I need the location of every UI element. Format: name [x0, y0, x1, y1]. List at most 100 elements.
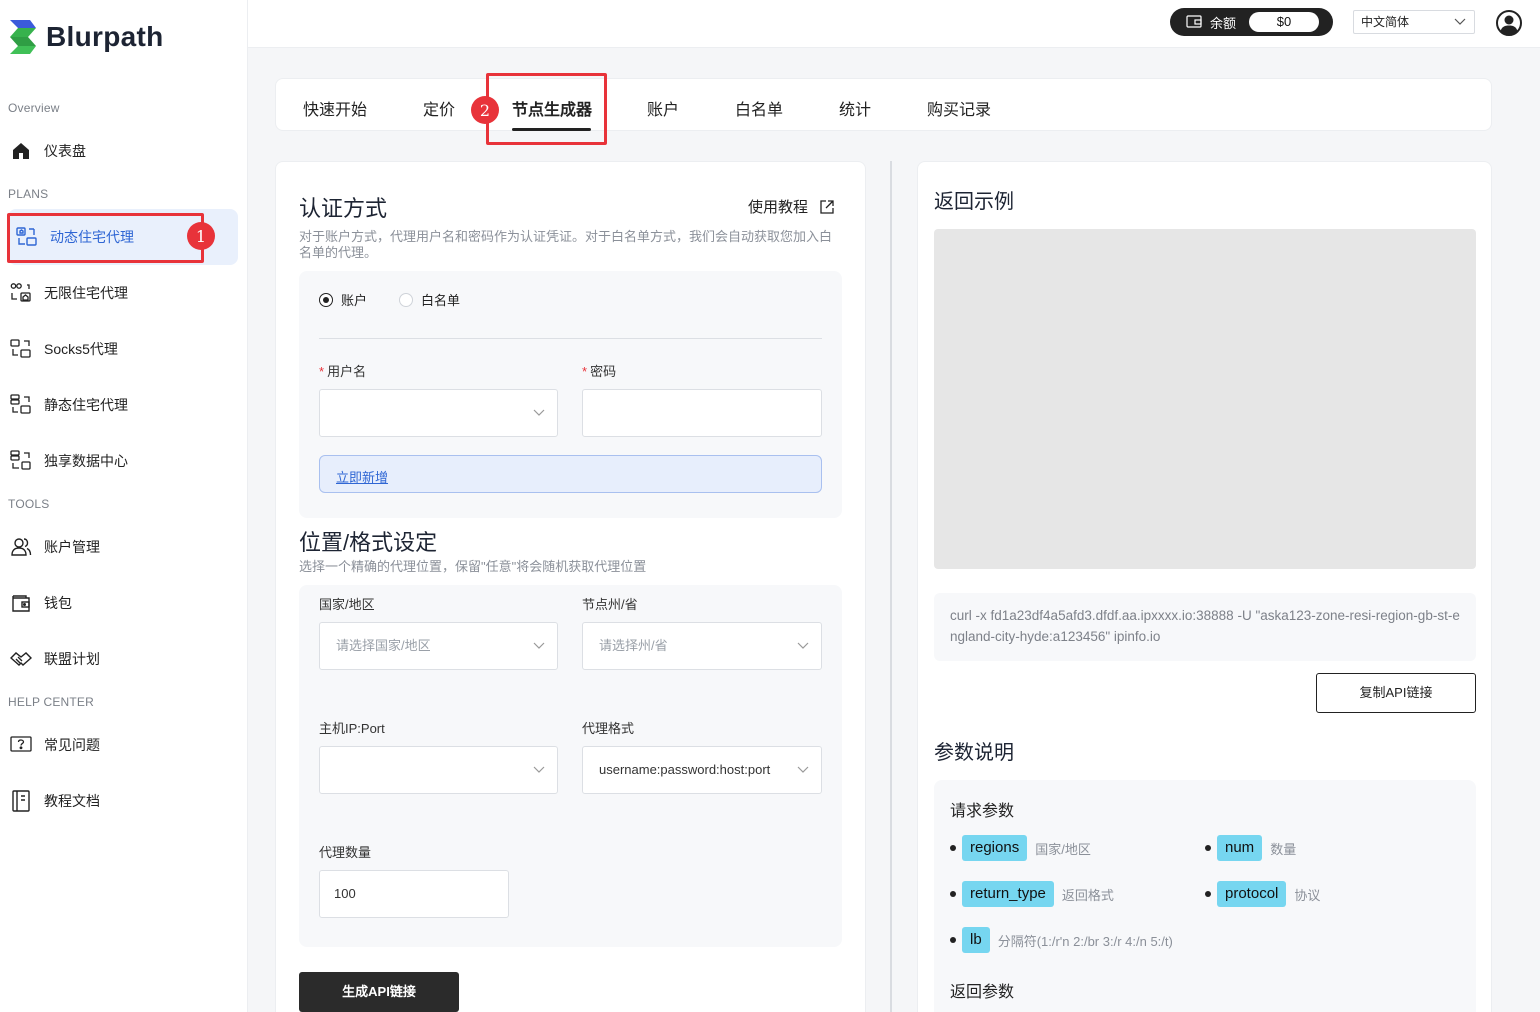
wallet-icon [10, 592, 32, 614]
top-bar: 余额 $0 中文简体 [248, 0, 1540, 48]
affiliate-icon [10, 648, 32, 670]
sidebar-item-static-proxy[interactable]: 静态住宅代理 [8, 383, 238, 427]
section-help-center: HELP CENTER [8, 695, 95, 709]
sidebar-item-docs[interactable]: 教程文档 [8, 779, 238, 823]
sidebar-item-label: 教程文档 [44, 793, 100, 809]
users-icon [10, 536, 32, 558]
chevron-down-icon [533, 766, 545, 773]
sidebar: Blurpath Overview 仪表盘 PLANS 动态住宅代理 1 无限住… [0, 0, 248, 1012]
state-placeholder: 请选择州/省 [599, 638, 668, 653]
state-label: 节点州/省 [582, 597, 638, 612]
sidebar-item-affiliate[interactable]: 联盟计划 [8, 637, 238, 681]
sidebar-item-dashboard[interactable]: 仪表盘 [8, 129, 238, 173]
sidebar-item-label: 联盟计划 [44, 651, 100, 667]
example-preview [934, 229, 1476, 569]
column-divider [890, 161, 892, 1012]
country-placeholder: 请选择国家/地区 [336, 638, 431, 653]
balance-value: $0 [1249, 12, 1319, 32]
chevron-down-icon [1454, 18, 1466, 25]
residential-proxy-icon [16, 226, 38, 248]
add-now-link[interactable]: 立即新增 [336, 467, 388, 486]
language-select[interactable]: 中文简体 [1353, 10, 1475, 34]
tab-statistics[interactable]: 统计 [839, 96, 871, 120]
sidebar-item-account-management[interactable]: 账户管理 [8, 525, 238, 569]
sidebar-item-label: 钱包 [44, 595, 72, 611]
password-input[interactable] [582, 389, 822, 437]
param-regions: regions 国家/地区 [950, 835, 1091, 861]
balance-pill[interactable]: 余额 $0 [1170, 8, 1333, 36]
radio-unchecked-icon [399, 292, 413, 307]
brand-name: Blurpath [46, 21, 164, 52]
datacenter-icon [10, 450, 32, 472]
auth-description: 对于账户方式，代理用户名和密码作为认证凭证。对于白名单方式，我们会自动获取您加入… [299, 229, 833, 260]
tab-node-generator[interactable]: 节点生成器 [512, 96, 592, 120]
location-description: 选择一个精确的代理位置，保留"任意"将会随机获取代理位置 [299, 559, 647, 574]
country-select[interactable]: 请选择国家/地区 [319, 622, 558, 670]
sidebar-item-label: 常见问题 [44, 737, 100, 753]
state-select[interactable]: 请选择州/省 [582, 622, 822, 670]
section-tools: TOOLS [8, 497, 50, 511]
radio-checked-icon [319, 292, 333, 307]
param-name: num [1217, 835, 1263, 861]
host-select[interactable] [319, 746, 558, 794]
tutorial-link[interactable]: 使用教程 [748, 196, 834, 217]
docs-icon [10, 790, 32, 812]
sidebar-item-wallet[interactable]: 钱包 [8, 581, 238, 625]
location-title: 位置/格式设定 [299, 530, 438, 555]
home-icon [10, 140, 32, 162]
section-overview: Overview [8, 101, 60, 115]
param-protocol: protocol 协议 [1205, 881, 1320, 907]
param-desc: 国家/地区 [1035, 841, 1091, 857]
param-desc: 分隔符(1:/r'n 2:/br 3:/r 4:/n 5:/t) [997, 933, 1173, 949]
format-value: username:password:host:port [599, 762, 771, 777]
example-title: 返回示例 [934, 191, 1014, 213]
faq-icon [10, 734, 32, 756]
sidebar-item-unlimited-proxy[interactable]: 无限住宅代理 [8, 271, 238, 315]
chevron-down-icon [533, 642, 545, 649]
radio-account-label: 账户 [341, 293, 368, 308]
main-tabs [275, 78, 1492, 131]
brand-logo[interactable]: Blurpath [8, 18, 164, 56]
chevron-down-icon [533, 409, 545, 416]
sidebar-item-label: 无限住宅代理 [44, 285, 128, 301]
radio-whitelist[interactable]: 白名单 [399, 290, 460, 309]
static-proxy-icon [10, 394, 32, 416]
param-return-type: return_type 返回格式 [950, 881, 1114, 907]
quantity-label: 代理数量 [319, 845, 372, 860]
param-desc: 返回格式 [1061, 887, 1114, 903]
divider [319, 338, 822, 339]
tab-pricing[interactable]: 定价 [423, 96, 455, 120]
format-select[interactable]: username:password:host:port [582, 746, 822, 794]
tutorial-link-label: 使用教程 [748, 199, 809, 216]
copy-api-button[interactable]: 复制API链接 [1316, 673, 1476, 713]
user-avatar-icon[interactable] [1496, 10, 1522, 36]
quantity-value: 100 [334, 886, 356, 901]
language-value: 中文简体 [1361, 15, 1410, 29]
sidebar-item-label: 静态住宅代理 [44, 397, 128, 413]
param-name: regions [962, 835, 1028, 861]
tab-whitelist[interactable]: 白名单 [735, 96, 783, 120]
tab-purchase-history[interactable]: 购买记录 [927, 96, 991, 120]
tab-quick-start[interactable]: 快速开始 [303, 96, 367, 120]
chevron-down-icon [797, 642, 809, 649]
param-desc: 数量 [1270, 841, 1297, 857]
tab-account[interactable]: 账户 [647, 96, 679, 120]
username-select[interactable] [319, 389, 558, 437]
auth-title: 认证方式 [299, 196, 388, 221]
radio-account[interactable]: 账户 [319, 290, 367, 309]
add-user-notice: 立即新增 [319, 455, 822, 493]
annotation-badge-1: 1 [187, 222, 215, 250]
sidebar-item-label: 仪表盘 [44, 143, 86, 159]
sidebar-item-socks5[interactable]: Socks5代理 [8, 327, 238, 371]
quantity-input[interactable]: 100 [319, 870, 509, 918]
balance-label: 余额 [1210, 15, 1237, 31]
host-label: 主机IP:Port [319, 721, 385, 736]
sidebar-item-datacenter[interactable]: 独享数据中心 [8, 439, 238, 483]
chevron-down-icon [797, 766, 809, 773]
password-label: * 密码 [582, 364, 617, 379]
generate-api-button[interactable]: 生成API链接 [299, 972, 459, 1012]
sidebar-item-label: Socks5代理 [44, 341, 118, 357]
wallet-icon [1186, 14, 1202, 31]
sidebar-item-faq[interactable]: 常见问题 [8, 723, 238, 767]
sidebar-item-label: 独享数据中心 [44, 453, 128, 469]
